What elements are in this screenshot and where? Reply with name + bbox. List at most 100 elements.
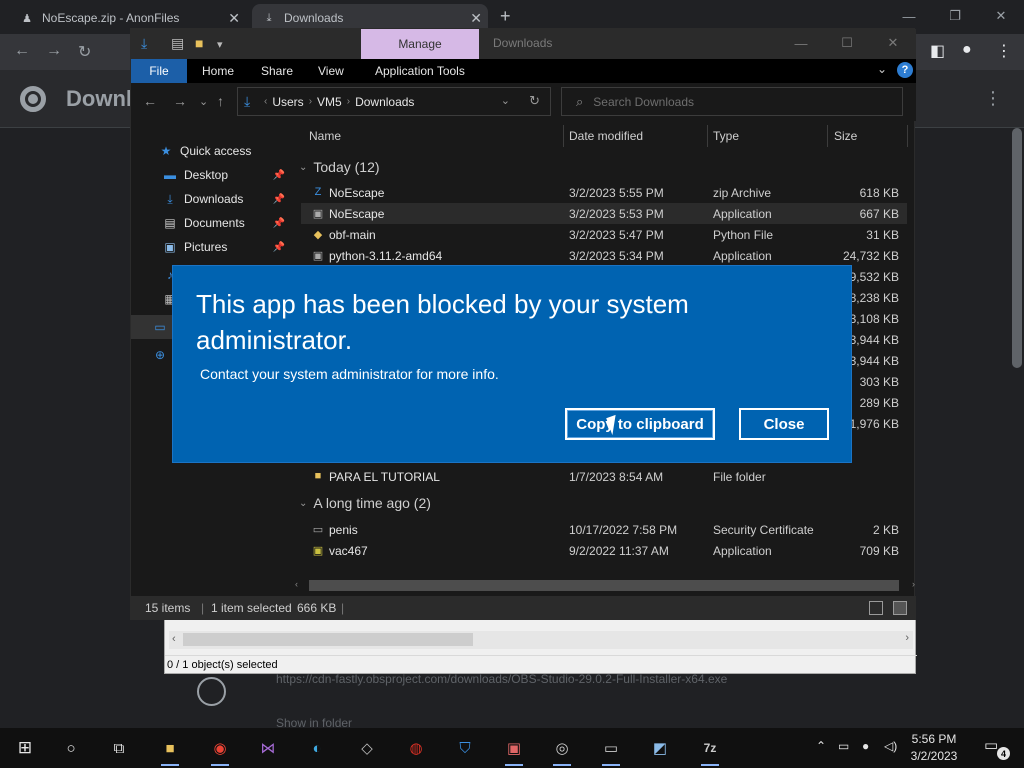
close-icon[interactable]: ✕: [978, 0, 1024, 32]
file-row[interactable]: ▣ python-3.11.2-amd64 3/2/2023 5:34 PM A…: [301, 245, 907, 266]
microphone-icon[interactable]: ●: [862, 739, 869, 753]
large-icons-view-icon[interactable]: [893, 601, 907, 615]
nav-pictures[interactable]: ▣ Pictures 📌: [131, 235, 291, 259]
minimize-icon[interactable]: —: [778, 29, 824, 57]
side-panel-icon[interactable]: ◧: [930, 41, 945, 61]
screen-recorder-icon[interactable]: ▣: [501, 736, 527, 766]
scroll-left-icon[interactable]: ‹: [172, 633, 176, 645]
close-button[interactable]: Close: [739, 408, 829, 440]
visual-studio-icon[interactable]: ⋈: [255, 736, 281, 760]
breadcrumb-downloads[interactable]: Downloads: [355, 95, 414, 109]
close-icon[interactable]: ✕: [470, 10, 482, 27]
ribbon-share[interactable]: Share: [261, 64, 293, 78]
search-icon[interactable]: ○: [58, 736, 84, 760]
reload-icon[interactable]: ↻: [78, 42, 91, 62]
notification-center-icon[interactable]: ▭ 4: [984, 736, 1010, 760]
help-icon[interactable]: ?: [897, 62, 913, 78]
horizontal-scrollbar[interactable]: ‹ ›: [295, 579, 915, 593]
app-red-icon[interactable]: ◍: [403, 736, 429, 760]
nav-documents[interactable]: ▤ Documents 📌: [131, 211, 291, 235]
file-explorer-icon[interactable]: ■: [157, 736, 183, 766]
scroll-thumb[interactable]: [183, 633, 473, 646]
file-row[interactable]: ▣ vac467 9/2/2022 11:37 AM Application 7…: [301, 540, 907, 561]
clock[interactable]: 5:56 PM 3/2/2023: [905, 731, 963, 765]
scroll-thumb[interactable]: [309, 580, 899, 591]
customize-icon[interactable]: ▾: [217, 38, 223, 51]
forward-icon[interactable]: →: [173, 93, 187, 109]
downloads-menu-icon[interactable]: ⋮: [984, 88, 1002, 109]
edge-icon[interactable]: ◐: [304, 736, 330, 760]
chevron-down-icon[interactable]: ⌄: [501, 94, 510, 107]
pin-icon[interactable]: 📌: [273, 170, 285, 181]
volume-icon[interactable]: ◁): [884, 739, 897, 753]
nav-quick-access[interactable]: ★ Quick access: [131, 139, 291, 163]
sandbox-icon[interactable]: ◇: [354, 736, 380, 760]
pin-icon[interactable]: 📌: [273, 194, 285, 205]
back-icon[interactable]: ←: [143, 93, 157, 109]
col-date-modified[interactable]: Date modified: [569, 129, 643, 143]
group-long-ago[interactable]: ⌄ A long time ago (2): [299, 495, 431, 511]
details-view-icon[interactable]: [869, 601, 883, 615]
copy-to-clipboard-button[interactable]: Copy to clipboard: [565, 408, 715, 440]
search-input[interactable]: ⌕ Search Downloads: [561, 87, 903, 116]
ribbon-home[interactable]: Home: [202, 64, 234, 78]
menu-icon[interactable]: ⋮: [996, 41, 1012, 61]
network-icon[interactable]: ▭: [838, 739, 849, 753]
breadcrumb-users[interactable]: Users: [272, 95, 303, 109]
column-divider[interactable]: [907, 125, 908, 147]
profile-icon[interactable]: ●: [962, 41, 972, 59]
folder-icon[interactable]: ■: [195, 35, 203, 51]
shield-icon[interactable]: ⛉: [452, 736, 478, 760]
manage-tab[interactable]: Manage: [361, 29, 479, 59]
properties-icon[interactable]: ▤: [171, 35, 184, 52]
chevron-down-icon[interactable]: ⌄: [877, 62, 887, 76]
recent-locations-icon[interactable]: ⌄: [199, 95, 208, 108]
restore-icon[interactable]: ❐: [932, 0, 978, 32]
tray-chevron-icon[interactable]: ⌃: [816, 739, 826, 753]
col-name[interactable]: Name: [309, 129, 341, 143]
folder-row[interactable]: ■ PARA EL TUTORIAL 1/7/2023 8:54 AM File…: [301, 466, 907, 487]
column-divider[interactable]: [563, 125, 564, 147]
group-today[interactable]: ⌄ Today (12): [299, 159, 380, 175]
scroll-left-icon[interactable]: ‹: [295, 579, 298, 589]
file-row[interactable]: ◆ obf-main 3/2/2023 5:47 PM Python File …: [301, 224, 907, 245]
refresh-icon[interactable]: ↻: [529, 93, 540, 109]
windows-start-icon[interactable]: ⊞: [12, 736, 38, 760]
address-bar[interactable]: ⤓ ‹ Users › VM5 › Downloads ⌄ ↻: [237, 87, 551, 116]
new-tab-button[interactable]: +: [500, 6, 511, 27]
scroll-right-icon[interactable]: ›: [912, 579, 915, 589]
notepad-icon[interactable]: ◩: [647, 736, 673, 760]
breadcrumb-vm5[interactable]: VM5: [317, 95, 342, 109]
col-type[interactable]: Type: [713, 129, 739, 143]
nav-downloads[interactable]: ⤓ Downloads 📌: [131, 187, 291, 211]
maximize-icon[interactable]: ☐: [824, 29, 870, 57]
horizontal-scrollbar[interactable]: ‹ ›: [169, 631, 913, 649]
terminal-icon[interactable]: ▭: [598, 736, 624, 766]
up-icon[interactable]: ↑: [217, 93, 224, 109]
scroll-right-icon[interactable]: ›: [905, 632, 909, 644]
chevron-down-icon[interactable]: ⌄: [299, 498, 307, 509]
col-size[interactable]: Size: [834, 129, 857, 143]
column-divider[interactable]: [707, 125, 708, 147]
7zip-icon[interactable]: 7z: [697, 736, 723, 766]
close-icon[interactable]: ✕: [228, 10, 240, 27]
obs-icon[interactable]: ◎: [549, 736, 575, 766]
task-view-icon[interactable]: ⧉: [106, 736, 132, 760]
chevron-down-icon[interactable]: ⌄: [299, 162, 307, 173]
file-type: Application: [713, 207, 772, 221]
file-row[interactable]: ▭ penis 10/17/2022 7:58 PM Security Cert…: [301, 519, 907, 540]
close-icon[interactable]: ✕: [870, 29, 916, 57]
forward-icon[interactable]: →: [46, 42, 62, 60]
page-scrollbar[interactable]: [1012, 128, 1022, 368]
ribbon-application-tools[interactable]: Application Tools: [375, 64, 465, 78]
file-row-selected[interactable]: ▣ NoEscape 3/2/2023 5:53 PM Application …: [301, 203, 907, 224]
file-row[interactable]: Z NoEscape 3/2/2023 5:55 PM zip Archive …: [301, 182, 907, 203]
chrome-icon[interactable]: ◉: [207, 736, 233, 766]
column-divider[interactable]: [827, 125, 828, 147]
ribbon-view[interactable]: View: [318, 64, 344, 78]
back-icon[interactable]: ←: [14, 42, 30, 60]
pin-icon[interactable]: 📌: [273, 218, 285, 229]
pin-icon[interactable]: 📌: [273, 242, 285, 253]
nav-desktop[interactable]: ▬ Desktop 📌: [131, 163, 291, 187]
ribbon-file[interactable]: File: [131, 59, 187, 83]
